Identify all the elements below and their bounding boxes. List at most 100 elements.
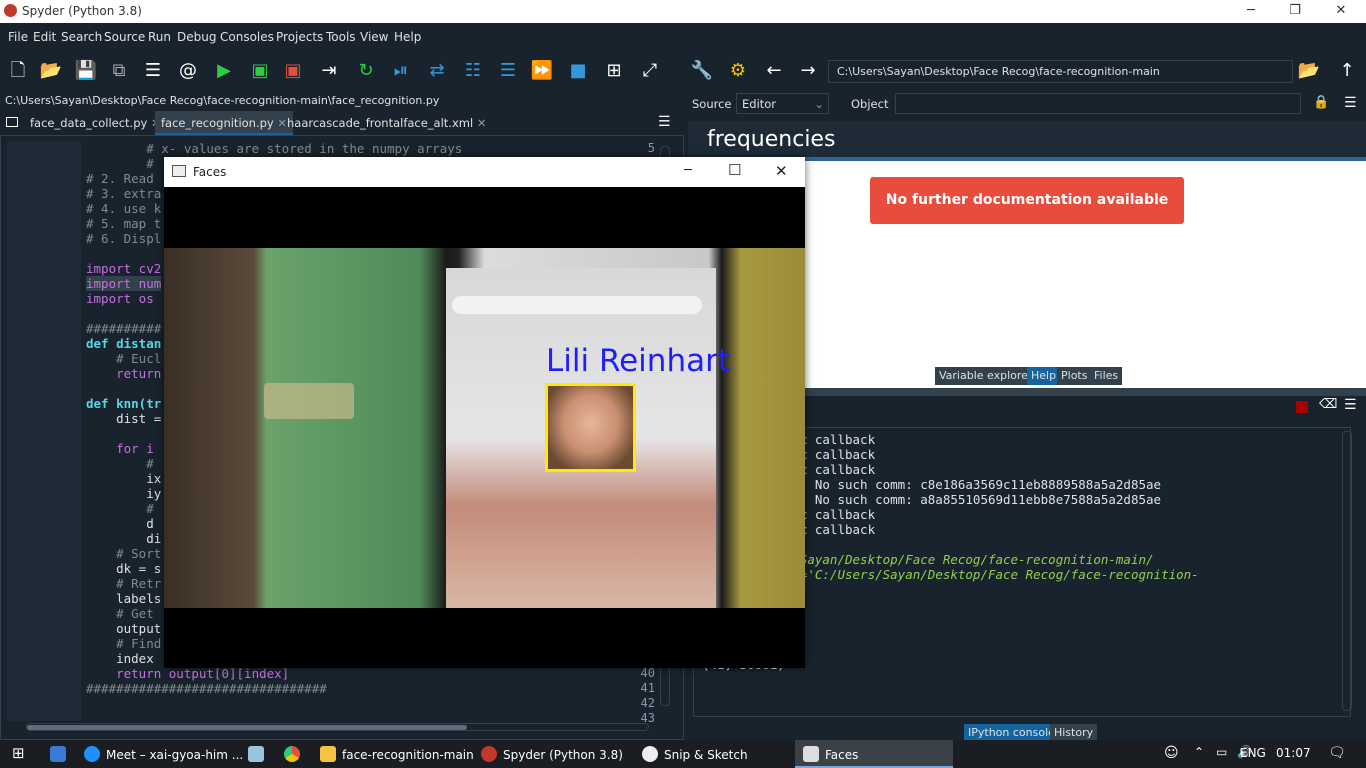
code-line: ########## [86,321,162,336]
save-all-icon[interactable]: ⧉ [107,59,131,83]
run-cell-icon[interactable]: ▣ [248,59,272,83]
battery-icon[interactable]: ▭ [1212,740,1231,768]
taskbar-label: Spyder (Python 3.8) [503,748,623,762]
taskbar-label: Faces [825,748,859,762]
code-line: # 3. extra [86,186,162,201]
fullscreen-icon[interactable]: ⤢ [638,59,662,83]
tab-variable-explorer[interactable]: Variable explorer [935,367,1037,385]
at-icon[interactable]: @ [176,59,200,83]
menu-search[interactable]: Search [61,30,102,44]
help-heading: frequencies [688,121,1366,161]
start-windows-icon[interactable]: ⊞ [4,740,38,768]
tab-face-data-collect[interactable]: face_data_collect.py ✕ [24,111,167,135]
spyder-logo-icon [4,4,17,17]
code-line: # 4. use k [86,201,162,216]
menu-source[interactable]: Source [104,30,145,44]
run-selection-icon[interactable]: ⇥ [317,59,341,83]
people-icon[interactable]: ☺ [1160,740,1183,768]
faces-window[interactable]: Faces ─ ☐ ✕ Lili Reinhart [164,157,805,668]
maximize-pane-icon[interactable]: ⊞ [602,59,626,83]
taskbar-label: Meet – xai-gyoa-him ... [106,748,244,762]
editor-file-path: C:\Users\Sayan\Desktop\Face Recog\face-r… [0,91,684,109]
tab-close-icon[interactable]: ✕ [477,116,487,130]
tab-help[interactable]: Help [1027,367,1061,385]
tab-face-recognition[interactable]: face_recognition.py ✕ [155,111,294,135]
phone-url-bar [452,296,702,314]
python-path-icon[interactable]: ⚙ [726,59,750,83]
back-arrow-icon[interactable]: ← [762,59,786,83]
browse-tabs-icon[interactable] [6,117,18,127]
tab-plots[interactable]: Plots [1057,367,1092,385]
outline-icon[interactable]: ☰ [141,59,165,83]
menu-view[interactable]: View [360,30,388,44]
rerun-icon[interactable]: ↻ [354,59,378,83]
working-directory-field[interactable]: C:\Users\Sayan\Desktop\Face Recog\face-r… [828,60,1293,83]
code-line: return output[0][index] [86,666,290,681]
taskbar-edge-meet[interactable]: Meet – xai-gyoa-him ... [76,740,243,768]
code-line: import os [86,291,154,306]
step-return-icon[interactable]: ☰ [496,59,520,83]
chevron-up-icon[interactable]: ⌃ [1190,740,1208,768]
minimize-button[interactable]: ─ [1228,0,1274,23]
menu-help[interactable]: Help [394,30,421,44]
menu-consoles[interactable]: Consoles [220,30,274,44]
taskbar-snip[interactable]: Snip & Sketch [634,740,792,768]
taskbar-label: Snip & Sketch [664,748,748,762]
lock-icon[interactable]: 🔒 [1313,95,1329,110]
parent-dir-icon[interactable]: ↑ [1335,59,1359,83]
debug-icon[interactable]: ⏯ [389,59,413,83]
taskbar-explorer[interactable]: face-recognition-main [312,740,474,768]
stop-kernel-icon[interactable] [1296,401,1308,413]
code-line: def knn(tr [86,396,162,411]
forward-arrow-icon[interactable]: → [796,59,820,83]
tab-haarcascade[interactable]: haarcascade_frontalface_alt.xml ✕ [281,111,492,135]
menu-tools[interactable]: Tools [326,30,356,44]
minimize-button[interactable]: ─ [684,163,692,178]
preferences-icon[interactable]: 🔧 [690,59,714,83]
menu-run[interactable]: Run [148,30,171,44]
hamburger-menu-icon[interactable]: ☰ [1344,95,1357,111]
door-latch [264,383,354,419]
restore-button[interactable]: ❐ [1272,0,1318,23]
step-into-icon[interactable]: ☷ [461,59,485,83]
taskbar-chrome[interactable] [276,740,306,768]
console-vertical-scrollbar[interactable] [1342,431,1352,711]
hamburger-menu-icon[interactable]: ☰ [658,114,671,130]
continue-icon[interactable]: ⏩ [530,59,554,83]
close-button[interactable]: ✕ [1318,0,1364,23]
language-indicator[interactable]: ENG [1240,740,1270,768]
run-cell-advance-icon[interactable]: ▣ [281,59,305,83]
faces-title: Faces [193,165,227,179]
source-select[interactable]: Editor ⌄ [736,93,829,114]
maximize-button[interactable]: ☐ [728,161,741,179]
taskbar-notepad[interactable] [240,740,270,768]
object-field[interactable] [895,93,1301,114]
step-icon[interactable]: ⇄ [425,59,449,83]
save-icon[interactable]: 💾 [74,59,98,83]
new-file-icon[interactable]: 🗋 [6,59,30,83]
taskbar-faces[interactable]: Faces [795,740,953,768]
editor-horizontal-scroll-thumb[interactable] [27,725,467,730]
close-button[interactable]: ✕ [775,162,788,180]
stop-debug-icon[interactable]: ■ [566,59,590,83]
browse-folder-icon[interactable]: 📂 [1297,59,1321,83]
eraser-icon[interactable]: ⌫ [1319,397,1337,412]
notifications-icon[interactable]: 🗨 [1318,740,1356,768]
clock[interactable]: 01:07 [1272,740,1315,768]
open-file-icon[interactable]: 📂 [39,59,63,83]
menu-debug[interactable]: Debug [177,30,216,44]
code-line: # 6. Displ [86,231,162,246]
menu-edit[interactable]: Edit [33,30,56,44]
menu-projects[interactable]: Projects [276,30,323,44]
run-icon[interactable]: ▶ [212,59,236,83]
folder-icon [320,746,336,762]
desktop-icon[interactable] [42,740,72,768]
taskbar-spyder[interactable]: Spyder (Python 3.8) [473,740,631,768]
code-line: di [86,531,162,546]
code-line: def distan [86,336,162,351]
tab-files[interactable]: Files [1090,367,1123,385]
hamburger-menu-icon[interactable]: ☰ [1344,397,1357,413]
window-app-icon [803,746,819,762]
code-line: # 2. Read [86,171,154,186]
menu-file[interactable]: File [8,30,28,44]
